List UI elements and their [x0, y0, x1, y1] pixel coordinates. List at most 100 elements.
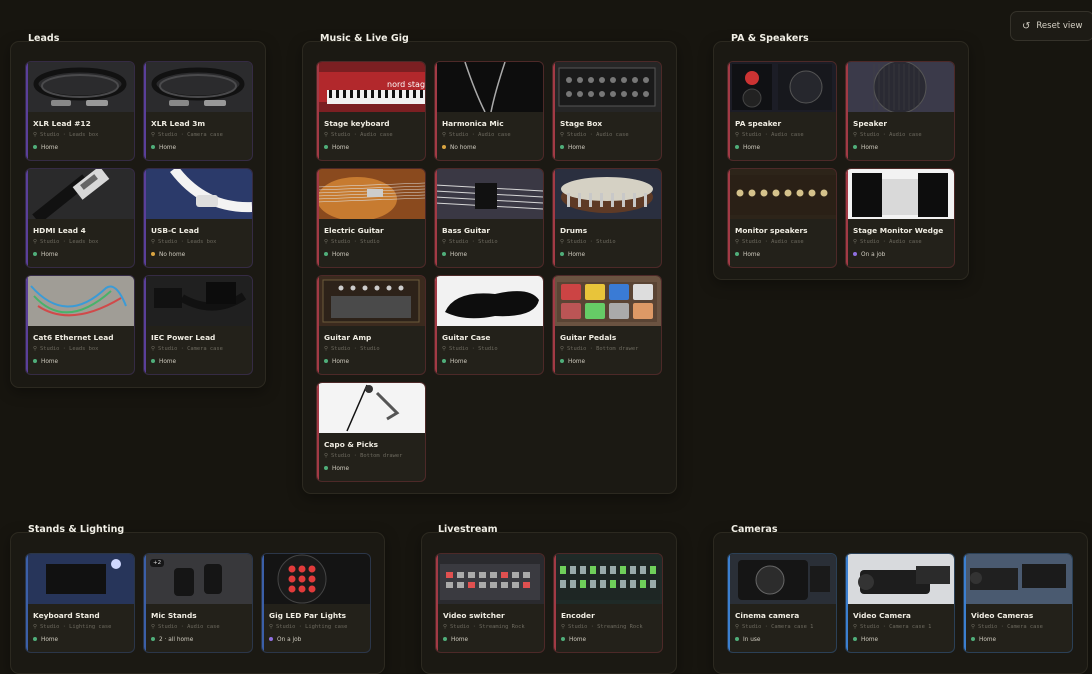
- group-title: Livestream: [438, 524, 498, 535]
- item-name: Video Cameras: [971, 611, 1034, 620]
- category-accent-bar: [553, 276, 555, 374]
- category-accent-bar: [846, 554, 848, 652]
- status-dot-icon: [269, 636, 273, 641]
- item-status: Home: [442, 251, 468, 258]
- location-pin-icon: ⚲: [971, 624, 975, 630]
- item-location-text: Studio · Camera case 1: [741, 624, 814, 630]
- status-dot-icon: [560, 358, 564, 363]
- status-dot-icon: [560, 144, 564, 149]
- item-photo: [553, 169, 661, 219]
- item-location-text: Studio · Camera case: [157, 132, 223, 138]
- item-status-text: Home: [979, 637, 997, 643]
- category-accent-bar: [553, 169, 555, 267]
- item-card-gig-led-par-lights[interactable]: Gig LED Par Lights ⚲ Studio · Lighting cas…: [261, 553, 371, 653]
- item-card-video-switcher[interactable]: Video switcher ⚲ Studio · Streaming Rock Ho…: [435, 553, 545, 653]
- location-pin-icon: ⚲: [853, 624, 857, 630]
- category-accent-bar: [144, 169, 146, 267]
- item-status-text: Home: [332, 252, 350, 258]
- item-card-speaker[interactable]: Speaker ⚲ Studio · Audio case Home: [845, 61, 955, 161]
- item-name: IEC Power Lead: [151, 333, 216, 342]
- item-card-drums[interactable]: Drums ⚲ Studio · Studio Home: [552, 168, 662, 268]
- item-card-keyboard-stand[interactable]: Keyboard Stand ⚲ Studio · Lighting case Hom…: [25, 553, 135, 653]
- item-location-text: Studio · Camera case: [157, 346, 223, 352]
- item-card-cat6-ethernet-lead[interactable]: Cat6 Ethernet Lead ⚲ Studio · Leads box Hom…: [25, 275, 135, 375]
- item-card-cinema-camera[interactable]: Cinema camera ⚲ Studio · Camera case 1 In u…: [727, 553, 837, 653]
- item-name: Video Camera: [853, 611, 911, 620]
- item-location-text: Studio · Studio: [448, 346, 498, 352]
- item-card-video-cameras[interactable]: Video Cameras ⚲ Studio · Camera case Home: [963, 553, 1073, 653]
- item-status: Home: [151, 144, 177, 151]
- item-status: Home: [735, 251, 760, 258]
- item-name: USB-C Lead: [151, 226, 200, 235]
- item-card-guitar-amp[interactable]: Guitar Amp ⚲ Studio · Studio Home: [316, 275, 426, 375]
- group-title: Cameras: [731, 524, 778, 535]
- item-card-guitar-pedals[interactable]: Guitar Pedals ⚲ Studio · Bottom drawer Home: [552, 275, 662, 375]
- item-location-text: Studio · Audio case: [741, 132, 804, 138]
- location-pin-icon: ⚲: [561, 624, 565, 630]
- category-accent-bar: [436, 554, 438, 652]
- category-accent-bar: [26, 554, 28, 652]
- item-name: Guitar Amp: [324, 333, 372, 342]
- item-status-text: In use: [743, 637, 761, 643]
- item-card-xlr-lead-12[interactable]: XLR Lead #12 ⚲ Studio · Leads box Home: [25, 61, 135, 161]
- item-status-text: Home: [41, 637, 59, 643]
- item-location-text: Studio · Leads box: [39, 132, 99, 138]
- item-location: ⚲ Studio · Camera case 1: [735, 624, 813, 630]
- item-status-text: Home: [332, 145, 350, 151]
- category-accent-bar: [144, 62, 146, 160]
- status-dot-icon: [324, 465, 328, 470]
- item-card-encoder[interactable]: Encoder ⚲ Studio · Streaming Rock Home: [553, 553, 663, 653]
- item-location-text: Studio · Audio case: [859, 239, 922, 245]
- item-photo: [317, 169, 425, 219]
- item-card-video-camera[interactable]: Video Camera ⚲ Studio · Camera case 1 Home: [845, 553, 955, 653]
- reset-view-button[interactable]: ↺ Reset view: [1010, 11, 1092, 41]
- item-photo: [26, 554, 134, 604]
- item-status-text: Home: [451, 637, 469, 643]
- item-card-capo-picks[interactable]: Capo & Picks ⚲ Studio · Bottom drawer Home: [316, 382, 426, 482]
- item-card-stage-keyboard[interactable]: nord stage 3 Stage keyboard ⚲Studio · Audi…: [316, 61, 426, 161]
- item-card-pa-speaker[interactable]: PA speaker ⚲ Studio · Audio case Home: [727, 61, 837, 161]
- item-status-text: On a job: [277, 637, 302, 643]
- item-card-xlr-lead-3m[interactable]: XLR Lead 3m ⚲ Studio · Camera case Home: [143, 61, 253, 161]
- item-location-text: Studio · Audio case: [157, 624, 220, 630]
- item-location: ⚲ Studio · Studio: [560, 239, 616, 245]
- item-card-stage-monitor-wedge[interactable]: Stage Monitor Wedge ⚲ Studio · Audio case O…: [845, 168, 955, 268]
- location-pin-icon: ⚲: [33, 239, 37, 245]
- group-title: PA & Speakers: [731, 33, 809, 44]
- item-card-hdmi-lead-4[interactable]: HDMI Lead 4 ⚲ Studio · Leads box Home: [25, 168, 135, 268]
- item-card-stage-box[interactable]: Stage Box ⚲ Studio · Audio case Home: [552, 61, 662, 161]
- item-status-text: Home: [332, 466, 350, 472]
- item-photo: [846, 169, 954, 219]
- item-location-text: Studio · Camera case: [977, 624, 1043, 630]
- location-pin-icon: ⚲: [735, 132, 739, 138]
- item-name: Cat6 Ethernet Lead: [33, 333, 114, 342]
- item-status-text: Home: [159, 145, 177, 151]
- item-name: Speaker: [853, 119, 887, 128]
- status-dot-icon: [151, 636, 155, 641]
- item-status: Home: [853, 636, 878, 643]
- item-card-electric-guitar[interactable]: Electric Guitar ⚲ Studio · Studio Home: [316, 168, 426, 268]
- item-card-usb-c-lead[interactable]: USB-C Lead ⚲ Studio · Leads box No home: [143, 168, 253, 268]
- item-card-harmonica-mic[interactable]: Harmonica Mic ⚲ Studio · Audio case No home: [434, 61, 544, 161]
- item-photo: [26, 276, 134, 326]
- location-pin-icon: ⚲: [324, 453, 328, 459]
- item-status-text: Home: [159, 359, 177, 365]
- item-location-text: Studio · Studio: [330, 346, 380, 352]
- location-pin-icon: ⚲: [442, 346, 446, 352]
- category-accent-bar: [317, 276, 319, 374]
- item-name: XLR Lead #12: [33, 119, 91, 128]
- location-pin-icon: ⚲: [442, 239, 446, 245]
- item-card-mic-stands[interactable]: +2 Mic Stands ⚲ Studio · Audio case 2 · all …: [143, 553, 253, 653]
- item-location: ⚲ Studio · Audio case: [735, 239, 804, 245]
- item-name: Drums: [560, 226, 588, 235]
- item-card-bass-guitar[interactable]: Bass Guitar ⚲ Studio · Studio Home: [434, 168, 544, 268]
- item-name: Keyboard Stand: [33, 611, 100, 620]
- item-card-monitor-speakers[interactable]: Monitor speakers ⚲ Studio · Audio case Home: [727, 168, 837, 268]
- item-card-guitar-case[interactable]: Guitar Case ⚲ Studio · Studio Home: [434, 275, 544, 375]
- category-accent-bar: [554, 554, 556, 652]
- location-pin-icon: ⚲: [151, 132, 155, 138]
- item-status-text: Home: [450, 252, 468, 258]
- status-dot-icon: [324, 358, 328, 363]
- category-accent-bar: [728, 62, 730, 160]
- item-card-iec-power-lead[interactable]: IEC Power Lead ⚲ Studio · Camera case Home: [143, 275, 253, 375]
